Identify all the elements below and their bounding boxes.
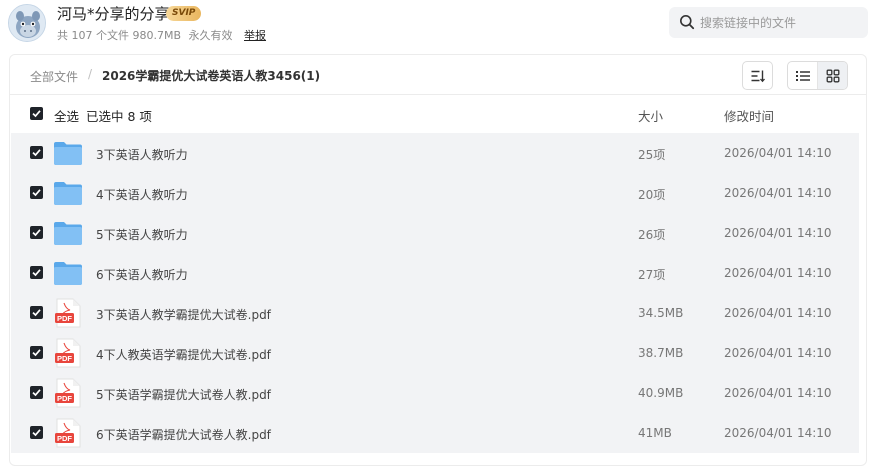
- file-name[interactable]: 6下英语人教听力: [96, 266, 188, 283]
- pdf-label: PDF: [57, 354, 72, 363]
- file-row[interactable]: PDF 4下人教英语学霸提优大试卷.pdf 38.7MB 2026/04/01 …: [11, 333, 859, 373]
- file-panel: 全部文件 / 2026学霸提优大试卷英语人教3456(1) 全选 已选中 8 项…: [9, 54, 867, 466]
- file-name[interactable]: 3下英语人教学霸提优大试卷.pdf: [96, 306, 271, 323]
- file-modified: 2026/04/01 14:10: [724, 346, 832, 360]
- pdf-icon: PDF: [55, 418, 81, 448]
- file-size: 20项: [638, 188, 666, 202]
- file-row[interactable]: PDF 6下英语学霸提优大试卷人教.pdf 41MB 2026/04/01 14…: [11, 413, 859, 453]
- file-modified: 2026/04/01 14:10: [724, 306, 832, 320]
- file-size: 26项: [638, 228, 666, 242]
- pdf-label: PDF: [57, 314, 72, 323]
- select-all-label[interactable]: 全选: [54, 106, 79, 125]
- row-checkbox[interactable]: [30, 186, 43, 199]
- file-summary: 共 107 个文件 980.7MB: [57, 29, 182, 42]
- pdf-icon: PDF: [55, 298, 81, 328]
- folder-icon: [54, 262, 82, 285]
- row-checkbox[interactable]: [30, 226, 43, 239]
- file-modified: 2026/04/01 14:10: [724, 266, 832, 280]
- file-modified: 2026/04/01 14:10: [724, 186, 832, 200]
- row-checkbox[interactable]: [30, 146, 43, 159]
- file-name[interactable]: 5下英语人教听力: [96, 226, 188, 243]
- pdf-icon: PDF: [55, 338, 81, 368]
- view-toggle: [787, 61, 848, 90]
- row-checkbox[interactable]: [30, 346, 43, 359]
- size-column-header[interactable]: 大小: [638, 106, 663, 125]
- hippo-avatar-icon: [9, 5, 45, 41]
- file-name[interactable]: 4下人教英语学霸提优大试卷.pdf: [96, 346, 271, 363]
- breadcrumb-root[interactable]: 全部文件: [30, 68, 78, 85]
- file-row[interactable]: 4下英语人教听力 20项 2026/04/01 14:10: [11, 173, 859, 213]
- select-all-checkbox[interactable]: [30, 107, 43, 120]
- search-box[interactable]: [669, 7, 868, 38]
- row-checkbox[interactable]: [30, 306, 43, 319]
- share-header: 河马*分享的分享 SVIP 共 107 个文件 980.7MB 永久有效 举报: [0, 0, 869, 54]
- check-icon: [32, 189, 41, 197]
- avatar[interactable]: [8, 4, 46, 42]
- toolbar: 全部文件 / 2026学霸提优大试卷英语人教3456(1): [10, 55, 866, 95]
- search-input[interactable]: [700, 13, 860, 32]
- grid-view-button[interactable]: [818, 62, 847, 89]
- pdf-icon: PDF: [55, 378, 81, 408]
- folder-icon: [54, 182, 82, 205]
- file-modified: 2026/04/01 14:10: [724, 146, 832, 160]
- validity-text: 永久有效: [188, 29, 233, 42]
- row-checkbox[interactable]: [30, 386, 43, 399]
- column-header: 全选 已选中 8 项 大小 修改时间: [10, 95, 866, 133]
- check-icon: [32, 149, 41, 157]
- grid-icon: [826, 69, 840, 82]
- file-name[interactable]: 5下英语学霸提优大试卷人教.pdf: [96, 386, 271, 403]
- sharer-name: 河马*分享的分享: [57, 5, 170, 23]
- file-row[interactable]: PDF 5下英语学霸提优大试卷人教.pdf 40.9MB 2026/04/01 …: [11, 373, 859, 413]
- check-icon: [32, 389, 41, 397]
- file-modified: 2026/04/01 14:10: [724, 426, 832, 440]
- breadcrumb-current: 2026学霸提优大试卷英语人教3456(1): [102, 69, 321, 83]
- folder-icon: [54, 222, 82, 245]
- check-icon: [32, 309, 41, 317]
- file-size: 25项: [638, 148, 666, 162]
- file-row[interactable]: 6下英语人教听力 27项 2026/04/01 14:10: [11, 253, 859, 293]
- folder-icon: [54, 142, 82, 165]
- check-icon: [32, 269, 41, 277]
- check-icon: [32, 429, 41, 437]
- row-checkbox[interactable]: [30, 266, 43, 279]
- share-meta: 共 107 个文件 980.7MB 永久有效 举报: [57, 27, 270, 43]
- file-modified: 2026/04/01 14:10: [724, 386, 832, 400]
- list-view-button[interactable]: [788, 62, 818, 89]
- pdf-label: PDF: [57, 434, 72, 443]
- file-size: 40.9MB: [638, 386, 684, 400]
- selected-count: 已选中 8 项: [86, 109, 152, 124]
- file-name[interactable]: 3下英语人教听力: [96, 146, 188, 163]
- file-row[interactable]: PDF 3下英语人教学霸提优大试卷.pdf 34.5MB 2026/04/01 …: [11, 293, 859, 333]
- check-icon: [32, 110, 41, 118]
- file-row[interactable]: 3下英语人教听力 25项 2026/04/01 14:10: [11, 133, 859, 173]
- list-icon: [795, 70, 810, 81]
- modified-column-header[interactable]: 修改时间: [724, 106, 774, 125]
- pdf-label: PDF: [57, 394, 72, 403]
- file-name[interactable]: 6下英语学霸提优大试卷人教.pdf: [96, 426, 271, 443]
- check-icon: [32, 349, 41, 357]
- check-icon: [32, 229, 41, 237]
- breadcrumb-separator: /: [88, 67, 93, 81]
- file-name[interactable]: 4下英语人教听力: [96, 186, 188, 203]
- svip-badge: SVIP: [166, 6, 202, 21]
- file-size: 34.5MB: [638, 306, 684, 320]
- file-size: 38.7MB: [638, 346, 684, 360]
- file-modified: 2026/04/01 14:10: [724, 226, 832, 240]
- report-link[interactable]: 举报: [244, 29, 266, 42]
- file-size: 41MB: [638, 426, 672, 440]
- file-row[interactable]: 5下英语人教听力 26项 2026/04/01 14:10: [11, 213, 859, 253]
- file-size: 27项: [638, 268, 666, 282]
- row-checkbox[interactable]: [30, 426, 43, 439]
- search-icon: [680, 15, 695, 30]
- sort-icon: [751, 70, 765, 82]
- file-list: 3下英语人教听力 25项 2026/04/01 14:10 4下英语人教听力 2…: [11, 133, 859, 453]
- sort-button[interactable]: [742, 61, 773, 90]
